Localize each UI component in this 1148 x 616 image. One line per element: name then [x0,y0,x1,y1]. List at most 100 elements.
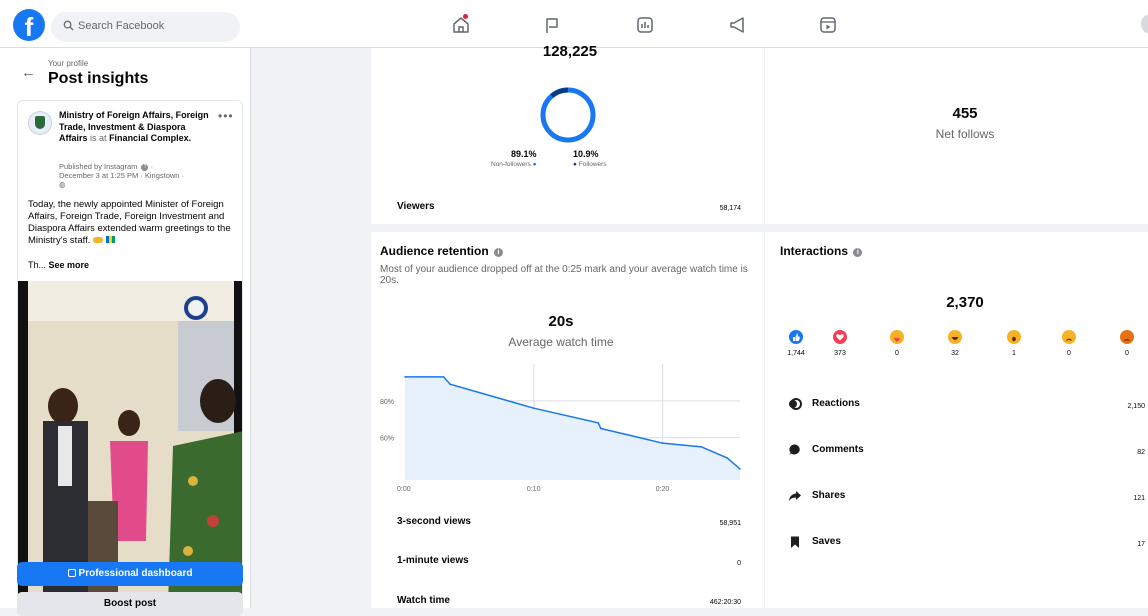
like-count: 1,744 [787,350,805,357]
wow-reaction-icon [1007,330,1021,344]
flag-icon[interactable] [541,14,563,36]
home-icon[interactable] [450,14,472,36]
reactions-label: Reactions [812,398,860,409]
flag-emoji-icon [105,236,115,243]
saves-value: 17 [1137,541,1145,548]
saves-label: Saves [812,536,841,547]
followers-segment [550,87,569,98]
viewers-label: Viewers [397,201,435,212]
wow-count: 1 [1012,350,1016,357]
retention-point-0 [404,376,406,378]
info-icon: ? [141,164,149,171]
non-followers-legend: Non-followers ● [491,161,537,168]
post-preview-card: Ministry of Foreign Affairs, Foreign Tra… [17,100,243,605]
breadcrumb[interactable]: Your profile [48,59,88,68]
shares-label: Shares [812,490,846,501]
follower-donut-chart [540,87,596,143]
followers-label: Followers [578,161,607,168]
net-follows-panel: 455 Net follows [765,48,1148,224]
page-avatar[interactable] [28,111,52,135]
reactions-icon [789,398,802,410]
video-icon[interactable] [817,14,839,36]
post-body: Today, the newly appointed Minister of F… [28,199,231,246]
retention-point-1 [442,376,445,378]
retention-description: Most of your audience dropped off at the… [380,264,748,286]
post-photo[interactable] [18,281,242,604]
photo-illustration [18,281,242,604]
info-icon[interactable]: i [853,248,863,257]
comments-value: 82 [1137,449,1145,456]
see-more-row: Th... See more [28,260,89,270]
non-followers-pct: 89.1% [511,149,537,159]
interactions-total: 2,370 [946,294,984,311]
like-reaction-icon [789,330,803,344]
post-author: Ministry of Foreign Affairs, Foreign Tra… [59,110,209,145]
facebook-logo-icon[interactable]: f [13,9,45,41]
viewers-value: 58,174 [719,205,741,212]
published-by: Published by Instagram [59,162,138,171]
more-options-icon[interactable]: ••• [218,109,234,123]
x-tick-label-2: 0:20 [656,486,670,493]
followers-legend: ● Followers [573,161,607,168]
account-avatar[interactable] [1141,14,1148,34]
haha-count: 32 [951,350,959,357]
followers-pct: 10.9% [573,149,599,159]
average-watch-time-value: 20s [548,313,574,330]
notification-dot [463,14,468,19]
retention-title: Audience retention [380,244,489,258]
net-follows-value: 455 [952,105,978,122]
coat-of-arms-icon [35,116,45,129]
retention-point-3 [533,407,535,409]
info-icon[interactable]: i [494,248,504,257]
interactions-panel: Interactions i 2,370 1,744 373 0 32 1 0 … [765,232,1148,608]
followers-dot: ● [573,161,577,168]
retention-area [405,376,740,480]
see-more-link[interactable]: See more [49,260,90,270]
average-watch-time-label: Average watch time [508,335,614,349]
haha-reaction-icon [948,330,962,344]
love-count: 373 [834,350,846,357]
professional-dashboard-button[interactable]: Professional dashboard [17,562,243,586]
is-at-text: is at [90,133,107,143]
three-second-views-value: 58,951 [719,520,741,527]
truncated-text: Th... [28,260,47,270]
retention-point-8 [726,457,728,459]
chart-icon[interactable] [634,14,656,36]
x-tick-label-0: 0:00 [397,486,411,493]
audience-retention-panel: Audience retention i Most of your audien… [371,232,764,608]
post-date[interactable]: December 3 at 1:25 PM · Kingstown · [59,171,184,180]
comment-icon [789,444,800,456]
top-navigation-bar: f Search Facebook [0,0,1148,48]
watch-time-value: 462:20:30 [709,599,741,606]
interactions-title-row: Interactions i [780,244,863,258]
reactions-value: 2,150 [1127,403,1145,410]
back-arrow-icon[interactable]: ← [21,64,36,81]
care-count: 0 [895,350,899,357]
love-reaction-icon [833,330,847,344]
retention-point-2 [449,383,451,386]
retention-point-7 [700,446,703,448]
megaphone-icon[interactable] [727,14,749,36]
comments-label: Comments [812,444,864,455]
bookmark-icon [791,536,799,548]
three-second-views-label: 3-second views [397,516,471,527]
location-link[interactable]: Financial Complex [109,133,189,143]
globe-icon: ◍ [59,180,66,189]
sad-count: 0 [1067,350,1071,357]
hand-emoji-icon [92,237,103,243]
boost-post-button[interactable]: Boost post [17,592,243,616]
net-follows-label: Net follows [935,127,995,141]
angry-count: 0 [1125,350,1129,357]
search-input[interactable]: Search Facebook [51,12,240,42]
x-tick-label-1: 0:10 [527,486,541,493]
search-icon [63,20,74,31]
watch-time-label: Watch time [397,595,450,606]
total-views: 128,225 [542,43,598,60]
retention-chart: 80% 60% 0:00 0:10 0:20 [380,364,741,493]
retention-point-6 [661,442,664,444]
search-placeholder: Search Facebook [78,20,165,32]
location-period: . [188,133,192,143]
post-meta: Published by Instagram ? · December 3 at… [59,162,185,189]
retention-point-5 [600,427,602,430]
non-followers-label: Non-followers [491,161,531,168]
